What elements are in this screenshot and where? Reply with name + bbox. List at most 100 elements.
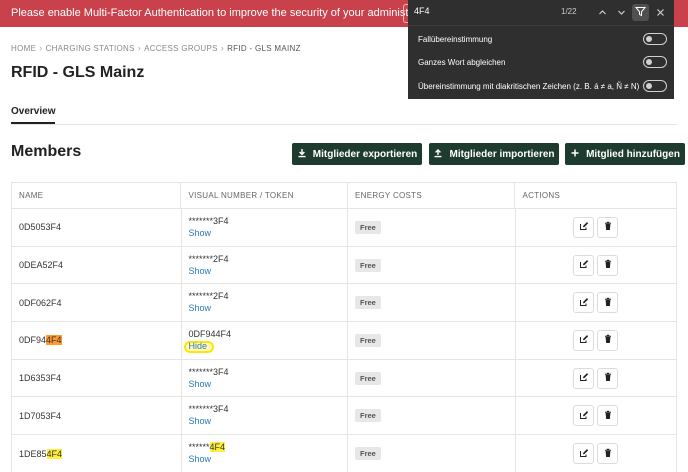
actions-cell — [516, 247, 677, 284]
actions-cell — [516, 284, 677, 321]
edit-icon — [579, 259, 589, 271]
table-row: 0DF944F4 0DF944F4 Hide Free — [12, 322, 676, 360]
show-token-link[interactable]: Show — [189, 378, 348, 390]
chevron-up-icon — [598, 4, 607, 22]
edit-icon — [579, 221, 589, 233]
member-name: 0DF062F4 — [12, 284, 182, 322]
breadcrumb-access-groups[interactable]: ACCESS GROUPS — [144, 44, 218, 53]
member-name: 1D7053F4 — [12, 397, 182, 435]
search-match: 4F4 — [209, 442, 226, 453]
energy-badge: Free — [355, 296, 381, 310]
delete-button[interactable] — [597, 292, 619, 314]
edit-button[interactable] — [573, 254, 595, 276]
breadcrumb-home[interactable]: HOME — [11, 44, 36, 53]
close-find-button[interactable] — [652, 4, 669, 21]
member-name: 1D6353F4 — [12, 359, 182, 397]
edit-icon — [579, 334, 589, 346]
find-match-count: 1/22 — [561, 7, 577, 16]
export-members-label: Mitglieder exportieren — [312, 148, 418, 160]
member-token-cell: *******3F4 Show — [182, 397, 348, 435]
edit-button[interactable] — [573, 329, 595, 351]
trash-icon — [603, 259, 613, 271]
actions-cell — [516, 209, 677, 246]
show-token-link[interactable]: Show — [189, 227, 348, 239]
hide-token-link[interactable]: Hide — [189, 340, 348, 352]
add-member-button[interactable]: Mitglied hinzufügen — [565, 143, 685, 165]
delete-button[interactable] — [597, 443, 619, 465]
tab-overview[interactable]: Overview — [11, 106, 56, 124]
table-row: 1DE854F4 ******4F4 Show Free — [12, 435, 676, 472]
import-members-label: Mitglieder importieren — [449, 148, 555, 160]
member-token-cell: *******2F4 Show — [182, 246, 348, 284]
energy-badge: Free — [355, 333, 381, 347]
edit-icon — [579, 410, 589, 422]
delete-button[interactable] — [597, 405, 619, 427]
tab-bar: Overview — [11, 106, 677, 125]
match-case-toggle[interactable] — [643, 33, 667, 45]
table-row: 1D6353F4 *******3F4 Show Free — [12, 359, 676, 398]
member-name: 0DEA52F4 — [12, 246, 182, 284]
chevron-down-icon — [617, 4, 626, 22]
option-whole-word-label: Ganzes Wort abgleichen — [418, 58, 506, 67]
find-bar: 4F4 1/22 Fallübereinstimmung Ganzes Wort… — [408, 0, 674, 99]
column-header-name: NAME — [12, 183, 182, 208]
show-token-link[interactable]: Show — [189, 415, 348, 427]
table-row: 0DF062F4 *******2F4 Show Free — [12, 284, 677, 323]
show-token-link[interactable]: Show — [189, 453, 348, 465]
breadcrumb-current: RFID - GLS MAINZ — [227, 44, 301, 53]
edit-button[interactable] — [573, 216, 595, 238]
trash-icon — [603, 221, 613, 233]
delete-button[interactable] — [597, 254, 619, 276]
column-header-actions: ACTIONS — [522, 191, 561, 200]
edit-button[interactable] — [573, 292, 595, 314]
edit-icon — [579, 372, 589, 384]
energy-badge: Free — [355, 371, 381, 385]
whole-word-toggle[interactable] — [643, 56, 667, 68]
close-icon — [656, 4, 665, 22]
members-title: Members — [11, 143, 82, 160]
edit-button[interactable] — [573, 405, 595, 427]
member-token-cell: ******4F4 Show — [182, 435, 348, 472]
column-header-token: VISUAL NUMBER / TOKEN — [181, 183, 348, 208]
trash-icon — [603, 410, 613, 422]
column-header-energy: ENERGY COSTS — [348, 183, 516, 208]
actions-cell — [516, 397, 677, 434]
delete-button[interactable] — [597, 367, 619, 389]
find-input[interactable]: 4F4 — [414, 6, 430, 16]
delete-button[interactable] — [597, 216, 619, 238]
member-token-cell: *******2F4 Show — [182, 284, 348, 322]
member-name: 1DE854F4 — [12, 435, 182, 472]
next-match-button[interactable] — [613, 4, 630, 21]
trash-icon — [603, 448, 613, 460]
member-token: *******3F4 — [188, 404, 229, 415]
energy-cell: Free — [348, 284, 516, 322]
members-table: NAME VISUAL NUMBER / TOKEN ENERGY COSTS … — [11, 182, 677, 472]
show-token-link[interactable]: Show — [189, 302, 348, 314]
previous-match-button[interactable] — [594, 4, 611, 21]
edit-icon — [579, 297, 589, 309]
add-member-label: Mitglied hinzufügen — [586, 148, 680, 160]
find-options-button[interactable] — [632, 4, 649, 21]
delete-button[interactable] — [597, 329, 619, 351]
show-token-link[interactable]: Show — [189, 265, 348, 277]
member-token: *******2F4 — [188, 253, 229, 264]
table-header: NAME VISUAL NUMBER / TOKEN ENERGY COSTS … — [12, 183, 676, 209]
actions-cell — [516, 322, 677, 359]
table-row: 0DEA52F4 *******2F4 Show Free — [12, 246, 677, 285]
breadcrumb-charging-stations[interactable]: CHARGING STATIONS — [46, 44, 135, 53]
energy-badge: Free — [355, 220, 381, 234]
member-token: ******4F4 — [188, 442, 226, 453]
edit-button[interactable] — [573, 443, 595, 465]
export-members-button[interactable]: Mitglieder exportieren — [292, 143, 422, 165]
member-name: 0DF944F4 — [12, 322, 182, 359]
import-members-button[interactable]: Mitglieder importieren — [429, 143, 559, 165]
energy-cell: Free — [348, 397, 516, 435]
diacritics-toggle[interactable] — [643, 80, 667, 92]
trash-icon — [603, 297, 613, 309]
actions-cell — [516, 435, 677, 472]
member-token: *******2F4 — [188, 291, 229, 302]
energy-cell: Free — [348, 246, 516, 284]
edit-button[interactable] — [573, 367, 595, 389]
energy-cell: Free — [348, 322, 516, 359]
trash-icon — [603, 334, 613, 346]
